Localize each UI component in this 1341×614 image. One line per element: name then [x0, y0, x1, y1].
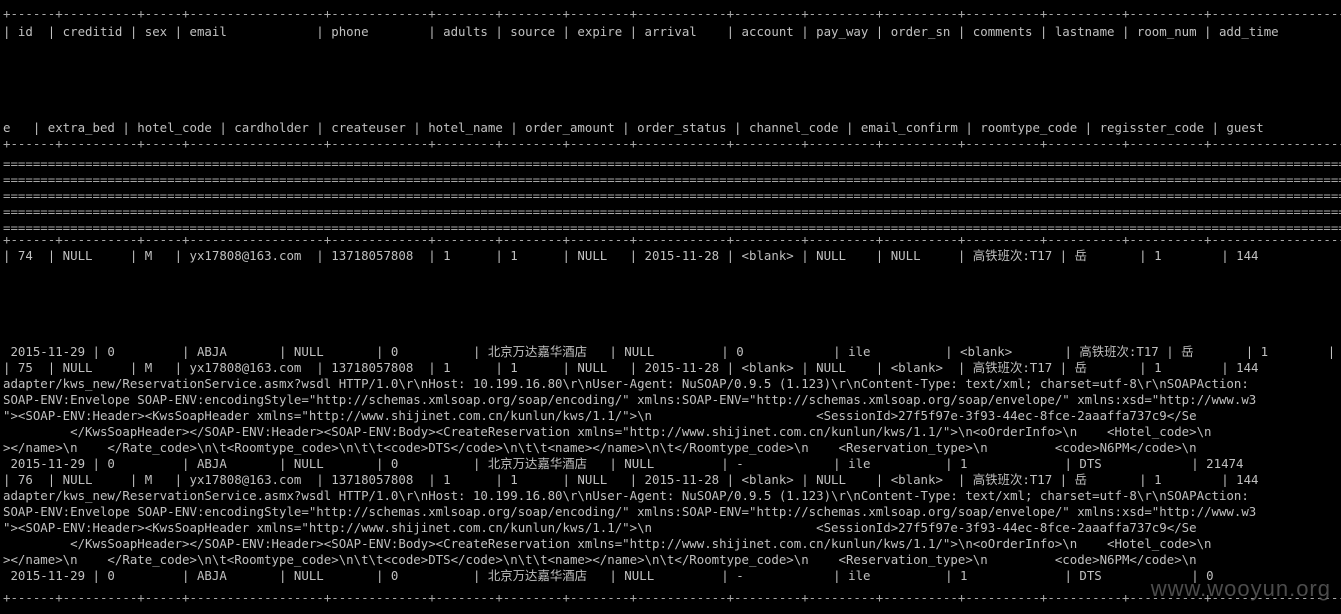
- table-row: | 75 | NULL | M | yx17808@163.com | 1371…: [3, 360, 1259, 375]
- soap-request-line: </KwsSoapHeader></SOAP-ENV:Header><SOAP-…: [3, 536, 1212, 551]
- soap-request-line: adapter/kws_new/ReservationService.asmx?…: [3, 488, 1249, 503]
- table-row-continued: 2015-11-29 | 0 | ABJA | NULL | 0 | 北京万达嘉…: [3, 344, 1341, 359]
- table-row: | 74 | NULL | M | yx17808@163.com | 1371…: [3, 248, 1259, 263]
- table-row: | 76 | NULL | M | yx17808@163.com | 1371…: [3, 472, 1259, 487]
- soap-request-line: ></name>\n </Rate_code>\n\t<Roomtype_cod…: [3, 440, 1197, 455]
- soap-request-line: </KwsSoapHeader></SOAP-ENV:Header><SOAP-…: [3, 424, 1212, 439]
- column-header-row-1: | id | creditid | sex | email | phone | …: [3, 24, 1279, 39]
- table-border-wrap-4: ========================================…: [3, 204, 1341, 219]
- table-row-continued: 2015-11-29 | 0 | ABJA | NULL | 0 | 北京万达嘉…: [3, 568, 1214, 583]
- terminal-console: +------+----------+-----+---------------…: [0, 0, 1341, 614]
- table-border-wrap-3: ========================================…: [3, 188, 1341, 203]
- column-header-row-2: e | extra_bed | hotel_code | cardholder …: [3, 120, 1264, 135]
- table-row-continued: 2015-11-29 | 0 | ABJA | NULL | 0 | 北京万达嘉…: [3, 456, 1244, 471]
- watermark: www.wooyun.org: [1150, 576, 1331, 601]
- table-border-data: +------+----------+-----+---------------…: [3, 232, 1341, 247]
- soap-request-line: "><SOAP-ENV:Header><KwsSoapHeader xmlns=…: [3, 408, 1197, 423]
- soap-request-line: "><SOAP-ENV:Header><KwsSoapHeader xmlns=…: [3, 520, 1197, 535]
- table-border-wrap-1: ========================================…: [3, 156, 1341, 171]
- table-border-header: +------+----------+-----+---------------…: [3, 136, 1341, 151]
- soap-request-line: adapter/kws_new/ReservationService.asmx?…: [3, 376, 1249, 391]
- soap-request-line: SOAP-ENV:Envelope SOAP-ENV:encodingStyle…: [3, 504, 1257, 519]
- table-border-bottom: +------+----------+-----+---------------…: [3, 590, 1341, 605]
- table-border-wrap-2: ========================================…: [3, 172, 1341, 187]
- soap-request-line: ></name>\n </Rate_code>\n\t<Roomtype_cod…: [3, 552, 1197, 567]
- table-border-top: +------+----------+-----+---------------…: [3, 6, 1341, 21]
- soap-request-line: SOAP-ENV:Envelope SOAP-ENV:encodingStyle…: [3, 392, 1257, 407]
